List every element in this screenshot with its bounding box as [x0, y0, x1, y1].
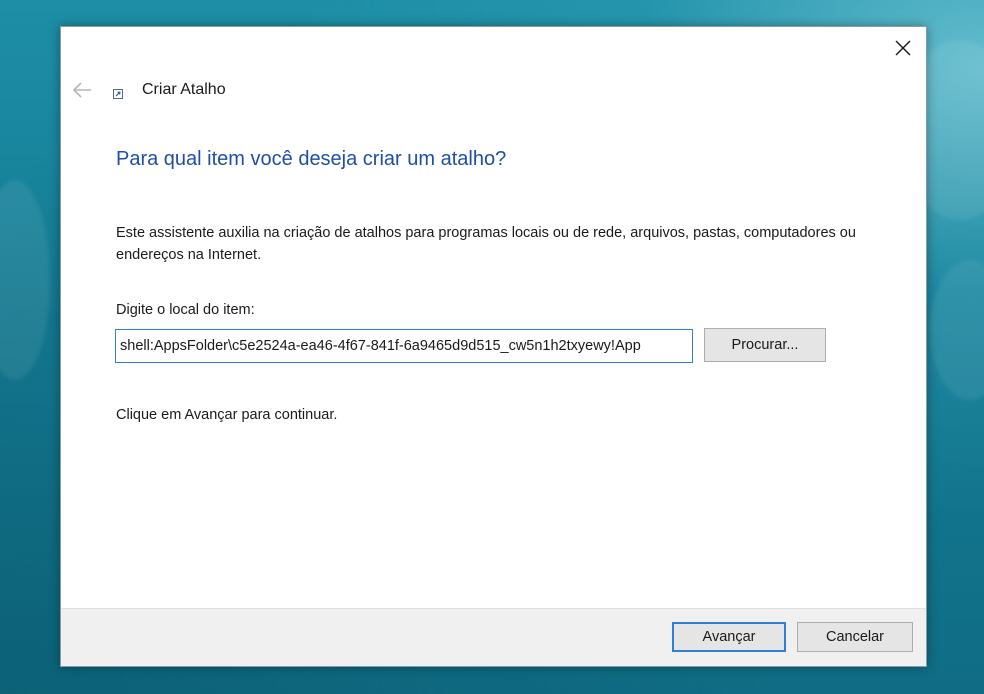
- page-heading: Para qual item você deseja criar um atal…: [116, 148, 507, 170]
- dialog-footer: Avançar Cancelar: [61, 608, 926, 666]
- location-input[interactable]: [115, 329, 693, 363]
- create-shortcut-dialog: Criar Atalho Para qual item você deseja …: [60, 26, 927, 667]
- close-icon: [895, 40, 911, 56]
- next-button[interactable]: Avançar: [672, 622, 786, 652]
- browse-button[interactable]: Procurar...: [704, 328, 826, 362]
- shortcut-icon: [113, 89, 123, 99]
- wallpaper-highlight: [930, 260, 984, 400]
- location-label: Digite o local do item:: [116, 302, 255, 318]
- continue-hint: Clique em Avançar para continuar.: [116, 407, 338, 423]
- back-button[interactable]: [69, 77, 95, 103]
- wizard-description: Este assistente auxilia na criação de at…: [116, 225, 856, 263]
- wallpaper-highlight: [0, 180, 50, 380]
- wizard-title: Criar Atalho: [142, 81, 226, 98]
- close-button[interactable]: [886, 31, 920, 65]
- cancel-button[interactable]: Cancelar: [797, 622, 913, 652]
- back-arrow-icon: [72, 82, 91, 98]
